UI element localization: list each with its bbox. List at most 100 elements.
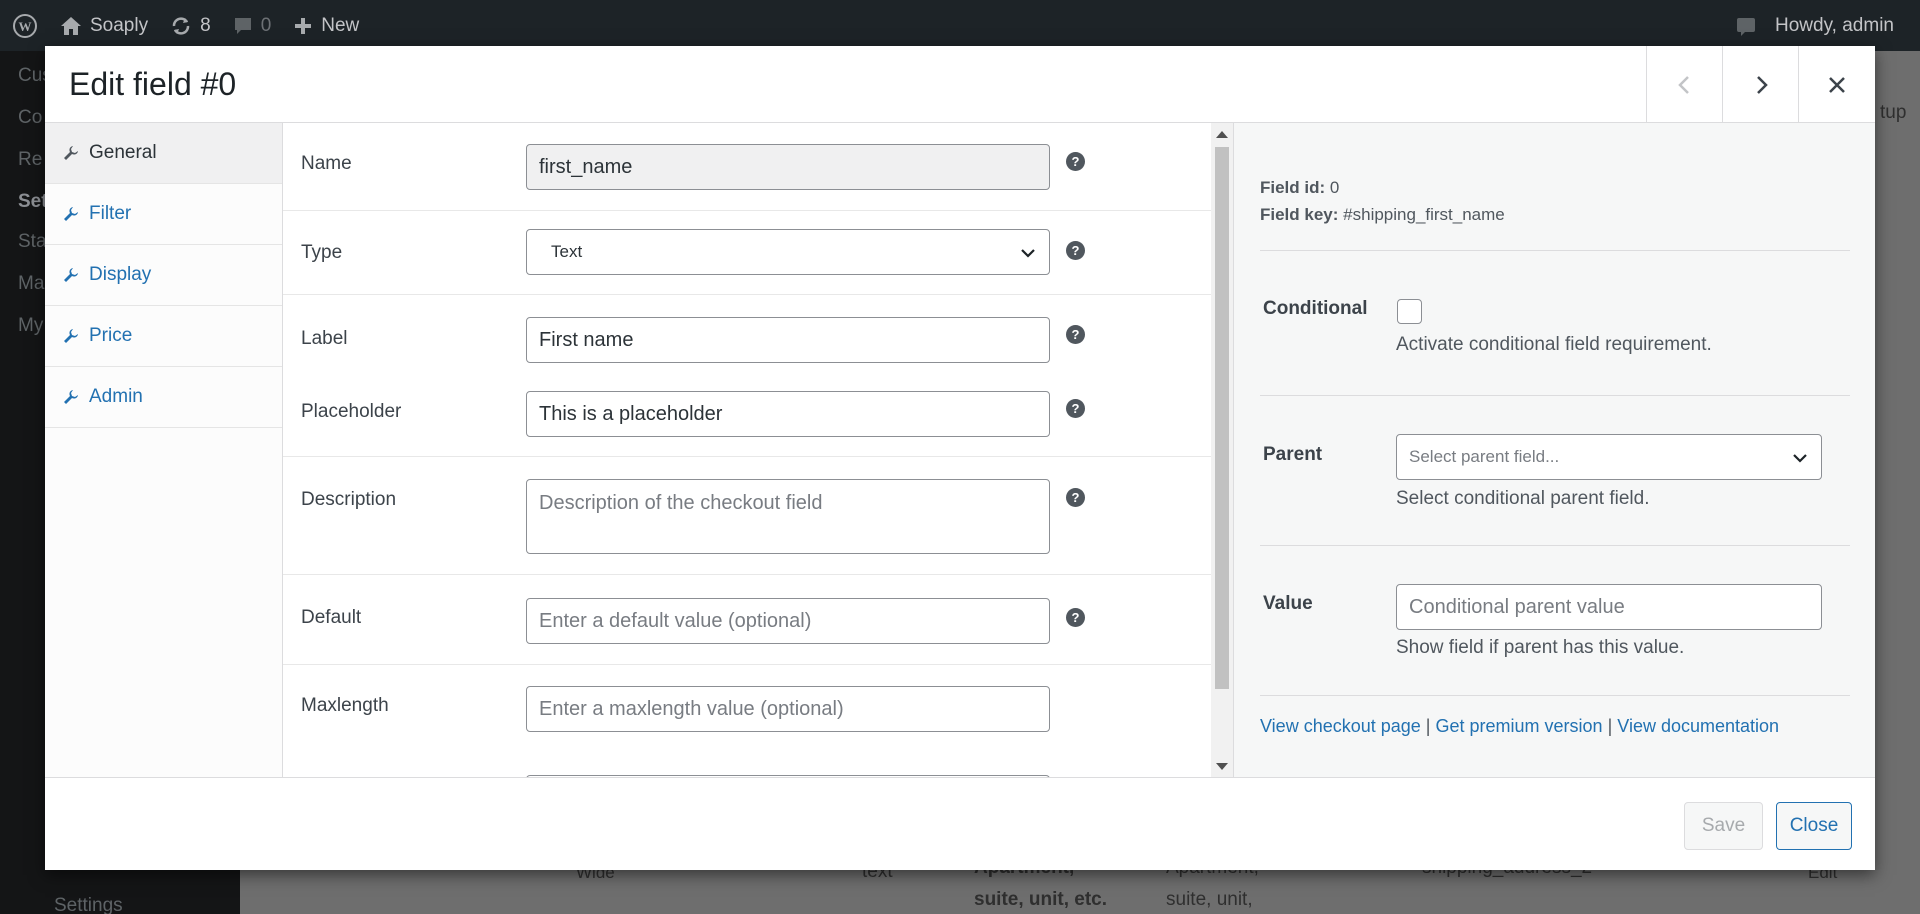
- nav-item-label: General: [89, 142, 157, 163]
- wrench-icon: [64, 390, 78, 404]
- home-icon: [61, 16, 81, 35]
- field-id-label: Field id:: [1260, 178, 1326, 197]
- field-key: Field key: #shipping_first_name: [1260, 205, 1505, 225]
- next-button[interactable]: [1722, 46, 1799, 123]
- comments-link[interactable]: 0: [233, 15, 271, 37]
- nav-item-label: Admin: [89, 386, 143, 407]
- modal-title: Edit field #0: [69, 66, 237, 102]
- wrench-icon: [64, 146, 78, 160]
- nav-item-admin[interactable]: Admin: [45, 367, 282, 428]
- field-key-value: #shipping_first_name: [1343, 205, 1505, 224]
- site-name-label: Soaply: [90, 14, 149, 36]
- field-id: Field id: 0: [1260, 178, 1339, 198]
- help-icon[interactable]: ?: [1066, 152, 1085, 171]
- background-cell: suite, unit,: [1166, 889, 1253, 910]
- help-icon[interactable]: ?: [1066, 241, 1085, 260]
- site-name-link[interactable]: Soaply: [60, 15, 148, 37]
- chevron-down-icon: [1021, 249, 1035, 258]
- plus-icon: [295, 17, 312, 34]
- save-button[interactable]: Save: [1684, 802, 1763, 850]
- new-content-link[interactable]: New: [293, 15, 359, 37]
- type-label: Type: [301, 242, 343, 263]
- help-icon[interactable]: ?: [1066, 399, 1085, 418]
- view-documentation-link[interactable]: View documentation: [1617, 716, 1779, 736]
- conditional-value-input[interactable]: [1396, 584, 1822, 630]
- sidebar-item: Ma: [18, 273, 45, 294]
- description-label: Description: [301, 489, 397, 510]
- background-cell: suite, unit, etc.: [974, 889, 1108, 910]
- sidebar-item-settings: Settings: [54, 895, 123, 914]
- scroll-thumb[interactable]: [1215, 147, 1229, 689]
- conditional-label: Conditional: [1263, 298, 1368, 319]
- view-checkout-link[interactable]: View checkout page: [1260, 716, 1421, 736]
- updates-icon: [172, 16, 190, 35]
- default-input[interactable]: [526, 598, 1050, 644]
- value-description: Show field if parent has this value.: [1396, 637, 1685, 658]
- close-modal-button[interactable]: [1798, 46, 1875, 123]
- notification-icon[interactable]: [1735, 15, 1757, 37]
- updates-count: 8: [200, 14, 211, 36]
- close-icon: [1829, 76, 1845, 93]
- parent-label: Parent: [1263, 444, 1323, 465]
- placeholder-input[interactable]: [526, 391, 1050, 437]
- nav-item-price[interactable]: Price: [45, 306, 282, 367]
- name-input[interactable]: [526, 144, 1050, 190]
- chevron-right-icon: [1757, 75, 1768, 94]
- new-label: New: [321, 14, 360, 36]
- field-form: Name ? Type Text ? Label Placeholder ? ?…: [283, 123, 1211, 777]
- type-select[interactable]: Text: [526, 229, 1050, 275]
- close-button[interactable]: Close: [1776, 802, 1852, 850]
- parent-select-placeholder: Select parent field...: [1409, 447, 1560, 466]
- conditional-description: Activate conditional field requirement.: [1396, 334, 1712, 355]
- previous-button[interactable]: [1646, 46, 1723, 123]
- modal-footer: Save Close: [45, 777, 1875, 870]
- sidebar-item: Co: [18, 107, 43, 128]
- link-separator: |: [1607, 716, 1613, 736]
- help-icon[interactable]: ?: [1066, 325, 1085, 344]
- parent-field-select[interactable]: Select parent field...: [1396, 434, 1822, 480]
- sidebar-item: My: [18, 315, 44, 336]
- description-textarea[interactable]: [526, 479, 1050, 554]
- field-key-label: Field key:: [1260, 205, 1339, 224]
- divider: [1260, 545, 1850, 546]
- form-scrollbar[interactable]: [1211, 123, 1233, 777]
- wrench-icon: [64, 329, 78, 343]
- wordpress-logo-icon[interactable]: W: [12, 13, 38, 39]
- field-info-panel: Field id: 0 Field key: #shipping_first_n…: [1233, 123, 1875, 777]
- sidebar-item: Set: [18, 191, 48, 212]
- wrench-icon: [64, 268, 78, 282]
- type-select-value: Text: [551, 242, 583, 261]
- field-id-value: 0: [1329, 178, 1340, 197]
- nav-item-label: Price: [89, 325, 133, 346]
- form-row-label-placeholder: Label Placeholder: [283, 295, 1211, 457]
- modal-header: Edit field #0: [45, 46, 1875, 123]
- updates-link[interactable]: 8: [170, 15, 211, 37]
- scroll-down-icon[interactable]: [1216, 763, 1228, 770]
- form-row-maxlength: Maxlength: [283, 665, 1211, 777]
- field-settings-nav: General Filter Display Price Admin: [45, 123, 283, 777]
- chevron-down-icon: [1793, 454, 1807, 463]
- edit-field-modal: Edit field #0 General Filter Display Pri…: [45, 46, 1875, 870]
- footer-links: View checkout page | Get premium version…: [1260, 716, 1779, 737]
- divider: [1260, 250, 1850, 251]
- nav-item-display[interactable]: Display: [45, 245, 282, 306]
- form-row-description: Description: [283, 457, 1211, 575]
- nav-item-filter[interactable]: Filter: [45, 184, 282, 245]
- howdy-greeting[interactable]: Howdy, admin: [1775, 15, 1894, 37]
- nav-item-general[interactable]: General: [45, 123, 282, 184]
- get-premium-link[interactable]: Get premium version: [1436, 716, 1603, 736]
- value-label: Value: [1263, 593, 1313, 614]
- label-input[interactable]: [526, 317, 1050, 363]
- background-setup-text: tup: [1880, 102, 1907, 123]
- maxlength-input[interactable]: [526, 686, 1050, 732]
- sidebar-item: Re: [18, 149, 43, 170]
- sidebar-item: Sta: [18, 231, 47, 252]
- help-icon[interactable]: ?: [1066, 488, 1085, 507]
- help-icon[interactable]: ?: [1066, 608, 1085, 627]
- scroll-up-icon[interactable]: [1216, 131, 1228, 138]
- nav-item-label: Filter: [89, 203, 132, 224]
- maxlength-label: Maxlength: [301, 695, 389, 716]
- conditional-checkbox[interactable]: [1397, 299, 1422, 324]
- name-label: Name: [301, 153, 352, 174]
- parent-description: Select conditional parent field.: [1396, 488, 1650, 509]
